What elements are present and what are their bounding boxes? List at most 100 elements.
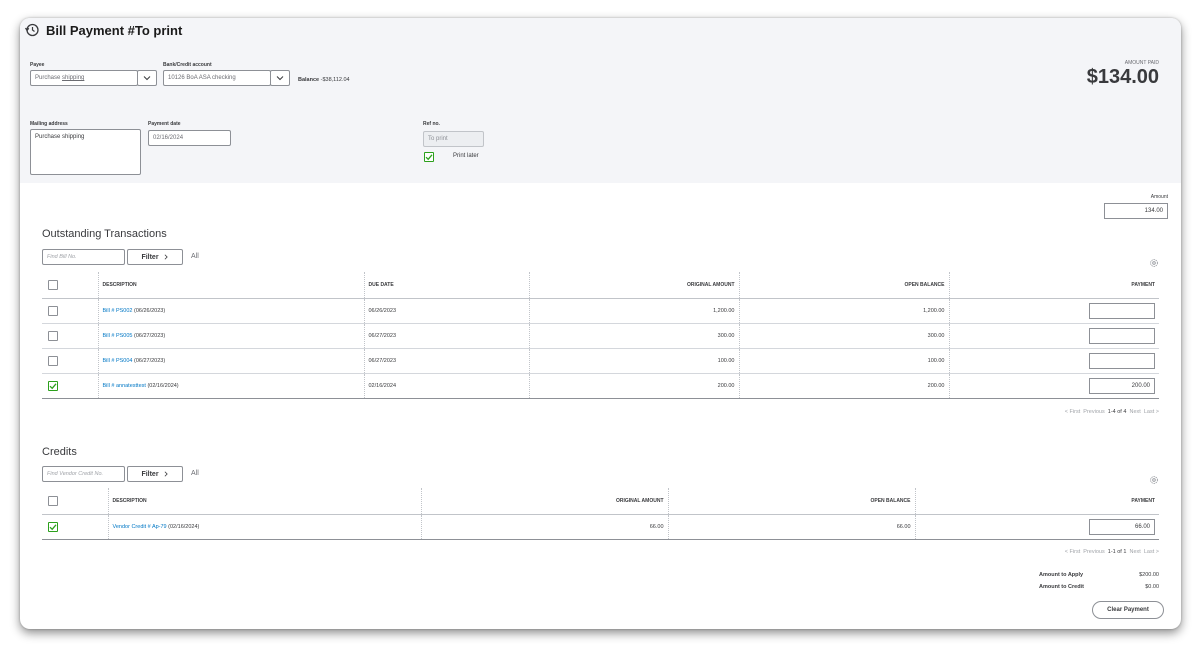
bill-link[interactable]: Bill # PS002 [103, 308, 133, 314]
balance-label: Balance [298, 77, 320, 83]
chevron-right-icon [164, 254, 168, 260]
pager-first[interactable]: < First [1065, 549, 1080, 555]
pager-next[interactable]: Next [1129, 549, 1140, 555]
payment-input[interactable] [1089, 302, 1155, 319]
payment-input[interactable]: 66.00 [1089, 518, 1155, 535]
clear-payment-button[interactable]: Clear Payment [1092, 601, 1164, 619]
pager-previous[interactable]: Previous [1083, 549, 1104, 555]
amount-input[interactable]: 134.00 [1104, 203, 1168, 219]
row-select-cell [42, 348, 98, 374]
column-header-original-amount[interactable]: ORIGINAL AMOUNT [528, 272, 739, 299]
credit-link[interactable]: Vendor Credit # Ap-79 [113, 524, 167, 530]
payment-cell: 66.00 [914, 514, 1159, 540]
find-bill-input[interactable]: Find Bill No. [42, 249, 125, 265]
bill-payment-window: Bill Payment #To print Payee Purchase sh… [20, 18, 1181, 629]
gear-icon[interactable] [1149, 475, 1159, 485]
checkmark-icon [49, 382, 57, 389]
column-header-payment[interactable]: PAYMENT [948, 272, 1159, 299]
history-icon[interactable] [24, 22, 40, 38]
outstanding-pager: < First Previous 1-4 of 4 Next Last > [1065, 409, 1159, 415]
credits-all-link[interactable]: All [191, 470, 199, 477]
column-header-due-date[interactable]: DUE DATE [363, 272, 529, 299]
print-later-checkbox[interactable] [424, 152, 434, 162]
chevron-right-icon [164, 471, 168, 477]
column-header-description[interactable]: DESCRIPTION [97, 272, 364, 299]
credits-title: Credits [42, 446, 77, 458]
original-amount-cell: 1,200.00 [528, 298, 739, 324]
row-checkbox[interactable] [48, 380, 58, 391]
open-balance-cell: 66.00 [667, 514, 915, 540]
payee-dropdown-button[interactable] [137, 70, 157, 86]
description-cell: Bill # PS002 (06/26/2023) [97, 298, 364, 324]
credits-pager: < First Previous 1-1 of 1 Next Last > [1065, 549, 1159, 555]
bill-link[interactable]: Bill # PS004 [103, 358, 133, 364]
checkmark-icon [425, 154, 433, 161]
outstanding-transactions-table: DESCRIPTION DUE DATE ORIGINAL AMOUNT OPE… [42, 272, 1159, 399]
due-date-cell: 06/26/2023 [363, 298, 529, 324]
select-all-cell [42, 488, 108, 515]
column-header-original-amount[interactable]: ORIGINAL AMOUNT [420, 488, 668, 515]
chevron-down-icon [143, 76, 151, 81]
column-header-description[interactable]: DESCRIPTION [107, 488, 421, 515]
payment-date-label: Payment date [148, 121, 181, 127]
row-checkbox[interactable] [48, 355, 58, 366]
page-title: Bill Payment #To print [46, 22, 183, 38]
bank-account-dropdown-button[interactable] [270, 70, 290, 86]
row-select-cell [42, 298, 98, 324]
table-row: Vendor Credit # Ap-79 (02/16/2024) 66.00… [42, 514, 1159, 540]
credits-filter-button[interactable]: Filter [127, 466, 183, 482]
column-header-open-balance[interactable]: OPEN BALANCE [738, 272, 949, 299]
chevron-down-icon [276, 76, 284, 81]
row-checkbox[interactable] [48, 305, 58, 316]
checkmark-icon [49, 523, 57, 530]
payment-cell [948, 348, 1159, 374]
due-date-cell: 06/27/2023 [363, 348, 529, 374]
table-row: Bill # PS004 (06/27/2023) 06/27/2023 100… [42, 348, 1159, 374]
gear-icon[interactable] [1149, 258, 1159, 268]
row-select-cell [42, 514, 108, 540]
open-balance-cell: 200.00 [738, 373, 949, 399]
description-cell: Bill # PS004 (06/27/2023) [97, 348, 364, 374]
payment-input[interactable] [1089, 327, 1155, 344]
pager-last[interactable]: Last > [1144, 549, 1159, 555]
description-cell: Bill # annatesttest (02/16/2024) [97, 373, 364, 399]
pager-first[interactable]: < First [1065, 409, 1080, 415]
pager-next[interactable]: Next [1129, 409, 1140, 415]
title-row: Bill Payment #To print [24, 22, 182, 38]
row-checkbox[interactable] [48, 330, 58, 341]
credit-date: (02/16/2024) [166, 523, 200, 530]
pager-range: 1-4 of 4 [1107, 409, 1127, 415]
outstanding-filter-button[interactable]: Filter [127, 249, 183, 265]
outstanding-transactions-title: Outstanding Transactions [42, 228, 167, 240]
bill-link[interactable]: Bill # PS005 [103, 333, 133, 339]
select-all-checkbox[interactable] [48, 279, 58, 290]
pager-previous[interactable]: Previous [1083, 409, 1104, 415]
amount-paid-value: $134.00 [1086, 66, 1159, 88]
amount-label: Amount [1150, 194, 1168, 200]
form-header: Bill Payment #To print Payee Purchase sh… [20, 18, 1181, 183]
ref-no-input: To print [423, 131, 484, 147]
row-select-cell [42, 373, 98, 399]
bank-account-select[interactable]: 10126 BoA ASA checking [163, 70, 271, 86]
bank-account-label: Bank/Credit account [163, 62, 212, 68]
payment-date-input[interactable]: 02/16/2024 [148, 130, 231, 146]
payee-select[interactable]: Purchase shipping [30, 70, 138, 86]
find-vendor-credit-input[interactable]: Find Vendor Credit No. [42, 466, 125, 482]
column-header-payment[interactable]: PAYMENT [914, 488, 1159, 515]
select-all-checkbox[interactable] [48, 495, 58, 506]
outstanding-all-link[interactable]: All [191, 253, 199, 260]
table-row: Bill # PS002 (06/26/2023) 06/26/2023 1,2… [42, 298, 1159, 324]
payment-input[interactable] [1089, 352, 1155, 369]
payment-input[interactable]: 200.00 [1089, 377, 1155, 394]
mailing-address-textarea[interactable]: Purchase shipping [30, 129, 141, 175]
pager-last[interactable]: Last > [1144, 409, 1159, 415]
column-header-open-balance[interactable]: OPEN BALANCE [667, 488, 915, 515]
payee-value-link: shipping [62, 75, 85, 81]
amount-to-credit-label: Amount to Credit [1039, 584, 1084, 590]
row-checkbox[interactable] [48, 521, 58, 532]
amount-to-apply-value: $200.00 [1139, 572, 1159, 578]
open-balance-cell: 1,200.00 [738, 298, 949, 324]
bill-link[interactable]: Bill # annatesttest [103, 383, 146, 389]
filter-label: Filter [141, 470, 159, 478]
balance-readout: Balance -$38,112.04 [298, 77, 350, 83]
